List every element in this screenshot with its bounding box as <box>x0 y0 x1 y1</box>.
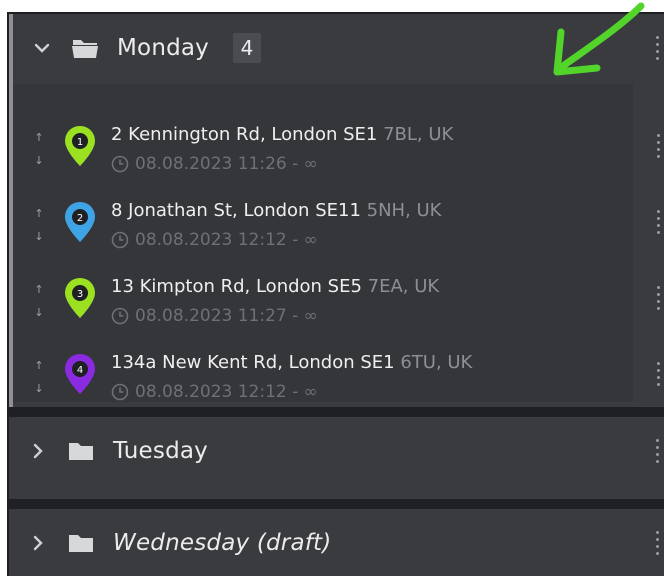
more-vertical-icon[interactable] <box>657 286 660 310</box>
pin-number: 2 <box>77 213 83 224</box>
more-vertical-icon[interactable] <box>657 362 660 386</box>
clock-icon <box>111 307 129 325</box>
route-groups-panel: Monday 4 ↑ ↓ 1 2 Kennington Rd, London SE… <box>7 2 664 576</box>
chevron-right-icon[interactable] <box>29 534 47 552</box>
group-header-tuesday[interactable]: Tuesday <box>9 417 664 485</box>
stop-time: 08.08.2023 11:27 - ∞ <box>111 306 318 326</box>
left-edge <box>0 0 7 576</box>
pin-number: 3 <box>77 289 83 300</box>
more-vertical-icon[interactable] <box>657 134 660 158</box>
chevron-right-icon[interactable] <box>29 442 47 460</box>
clock-icon <box>111 231 129 249</box>
stop-time: 08.08.2023 12:12 - ∞ <box>111 382 318 402</box>
pin-number: 1 <box>77 137 83 148</box>
reorder-arrows-icon[interactable]: ↑ ↓ <box>33 208 45 242</box>
more-vertical-icon[interactable] <box>654 531 660 555</box>
folder-icon <box>67 440 95 462</box>
stop-address: 2 Kennington Rd, London SE1 7BL, UK <box>111 124 454 145</box>
group-tuesday: Tuesday <box>9 417 664 499</box>
chevron-down-icon[interactable] <box>33 39 51 57</box>
map-pin-icon: 1 <box>65 126 95 166</box>
count-badge: 4 <box>233 33 261 63</box>
more-vertical-icon[interactable] <box>654 36 660 60</box>
folder-icon <box>67 532 95 554</box>
more-vertical-icon[interactable] <box>657 210 660 234</box>
group-monday: Monday 4 ↑ ↓ 1 2 Kennington Rd, London SE… <box>9 2 664 407</box>
group-title: Monday <box>117 35 209 61</box>
stop-address: 134a New Kent Rd, London SE1 6TU, UK <box>111 352 473 373</box>
group-title: Wednesday (draft) <box>113 530 332 556</box>
map-pin-icon: 4 <box>65 354 95 394</box>
stop-item[interactable]: ↑ ↓ 4 134a New Kent Rd, London SE1 6TU, U… <box>13 342 664 418</box>
more-vertical-icon[interactable] <box>654 439 660 463</box>
clock-icon <box>111 155 129 173</box>
group-title: Tuesday <box>113 438 208 464</box>
pin-number: 4 <box>77 365 83 376</box>
reorder-arrows-icon[interactable]: ↑ ↓ <box>33 284 45 318</box>
stop-item[interactable]: ↑ ↓ 1 2 Kennington Rd, London SE1 7BL, UK… <box>13 114 664 190</box>
folder-open-icon <box>71 37 99 59</box>
group-wednesday-draft: Wednesday (draft) <box>9 509 664 576</box>
map-pin-icon: 2 <box>65 202 95 242</box>
stop-item[interactable]: ↑ ↓ 3 13 Kimpton Rd, London SE5 7EA, UK 0… <box>13 266 664 342</box>
clock-icon <box>111 383 129 401</box>
group-header-wednesday[interactable]: Wednesday (draft) <box>9 509 664 576</box>
reorder-arrows-icon[interactable]: ↑ ↓ <box>33 360 45 394</box>
map-pin-icon: 3 <box>65 278 95 318</box>
stop-address: 8 Jonathan St, London SE11 5NH, UK <box>111 200 442 221</box>
stop-time: 08.08.2023 11:26 - ∞ <box>111 154 318 174</box>
stop-address: 13 Kimpton Rd, London SE5 7EA, UK <box>111 276 440 297</box>
stop-item[interactable]: ↑ ↓ 2 8 Jonathan St, London SE11 5NH, UK … <box>13 190 664 266</box>
stop-time: 08.08.2023 12:12 - ∞ <box>111 230 318 250</box>
annotation-arrow-icon <box>553 2 645 76</box>
reorder-arrows-icon[interactable]: ↑ ↓ <box>33 132 45 166</box>
